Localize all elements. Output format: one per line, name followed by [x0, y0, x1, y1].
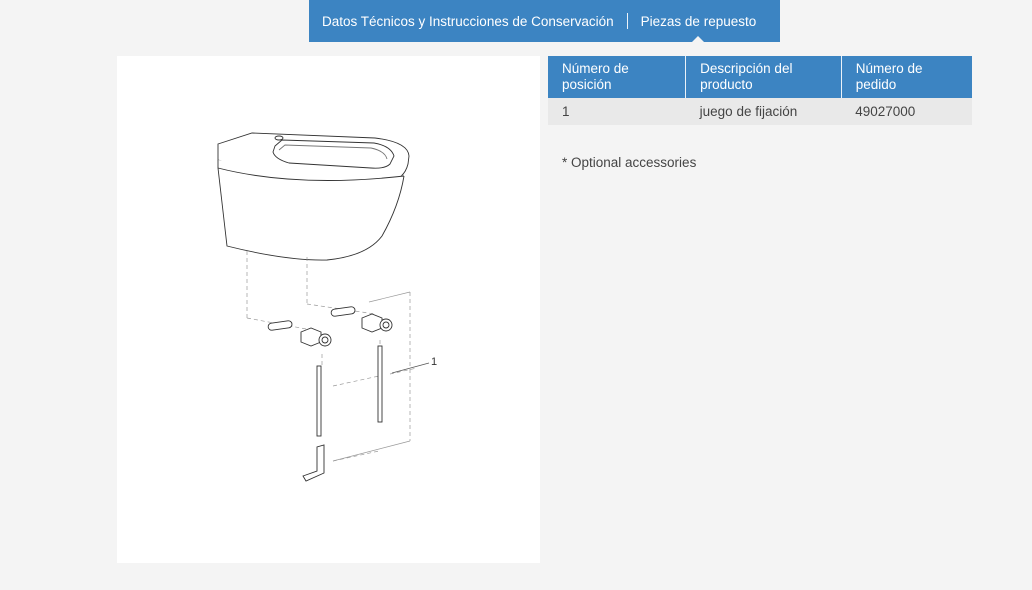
- cell-description: juego de fijación: [685, 98, 842, 125]
- header-position-number: Número de posición: [548, 56, 687, 98]
- threaded-rod-left: [316, 365, 322, 437]
- table-row: 1 juego de fijación 49027000: [548, 98, 972, 125]
- tab-spare-parts[interactable]: Piezas de repuesto: [628, 0, 770, 43]
- header-order-number: Número de pedido: [841, 56, 972, 98]
- fixing-bolt-right: [330, 306, 356, 317]
- header-product-description: Descripción del producto: [685, 56, 842, 98]
- threaded-rod-right: [377, 345, 383, 423]
- bidet-exploded-diagram: 1: [217, 132, 437, 482]
- fixing-bolt-left: [267, 320, 293, 331]
- anchor-fitting-right: [361, 313, 393, 333]
- cell-order-number: 49027000: [841, 98, 972, 125]
- tab-technical-data-label: Datos Técnicos y Instrucciones de Conser…: [322, 13, 614, 29]
- tab-spare-parts-label: Piezas de repuesto: [640, 13, 757, 29]
- bidet-body: [217, 160, 405, 261]
- table-header-row: Número de posición Descripción del produ…: [548, 56, 972, 98]
- tab-technical-data[interactable]: Datos Técnicos y Instrucciones de Conser…: [309, 0, 627, 42]
- optional-accessories-note: * Optional accessories: [562, 155, 697, 170]
- spare-parts-table: Número de posición Descripción del produ…: [548, 56, 972, 125]
- cell-position: 1: [548, 98, 686, 125]
- exploded-view-drawing: 1: [117, 56, 540, 563]
- anchor-fitting-left: [300, 327, 332, 347]
- position-callout: 1: [431, 356, 437, 368]
- tab-bar: Datos Técnicos y Instrucciones de Conser…: [309, 0, 780, 43]
- mounting-bracket: [302, 444, 325, 482]
